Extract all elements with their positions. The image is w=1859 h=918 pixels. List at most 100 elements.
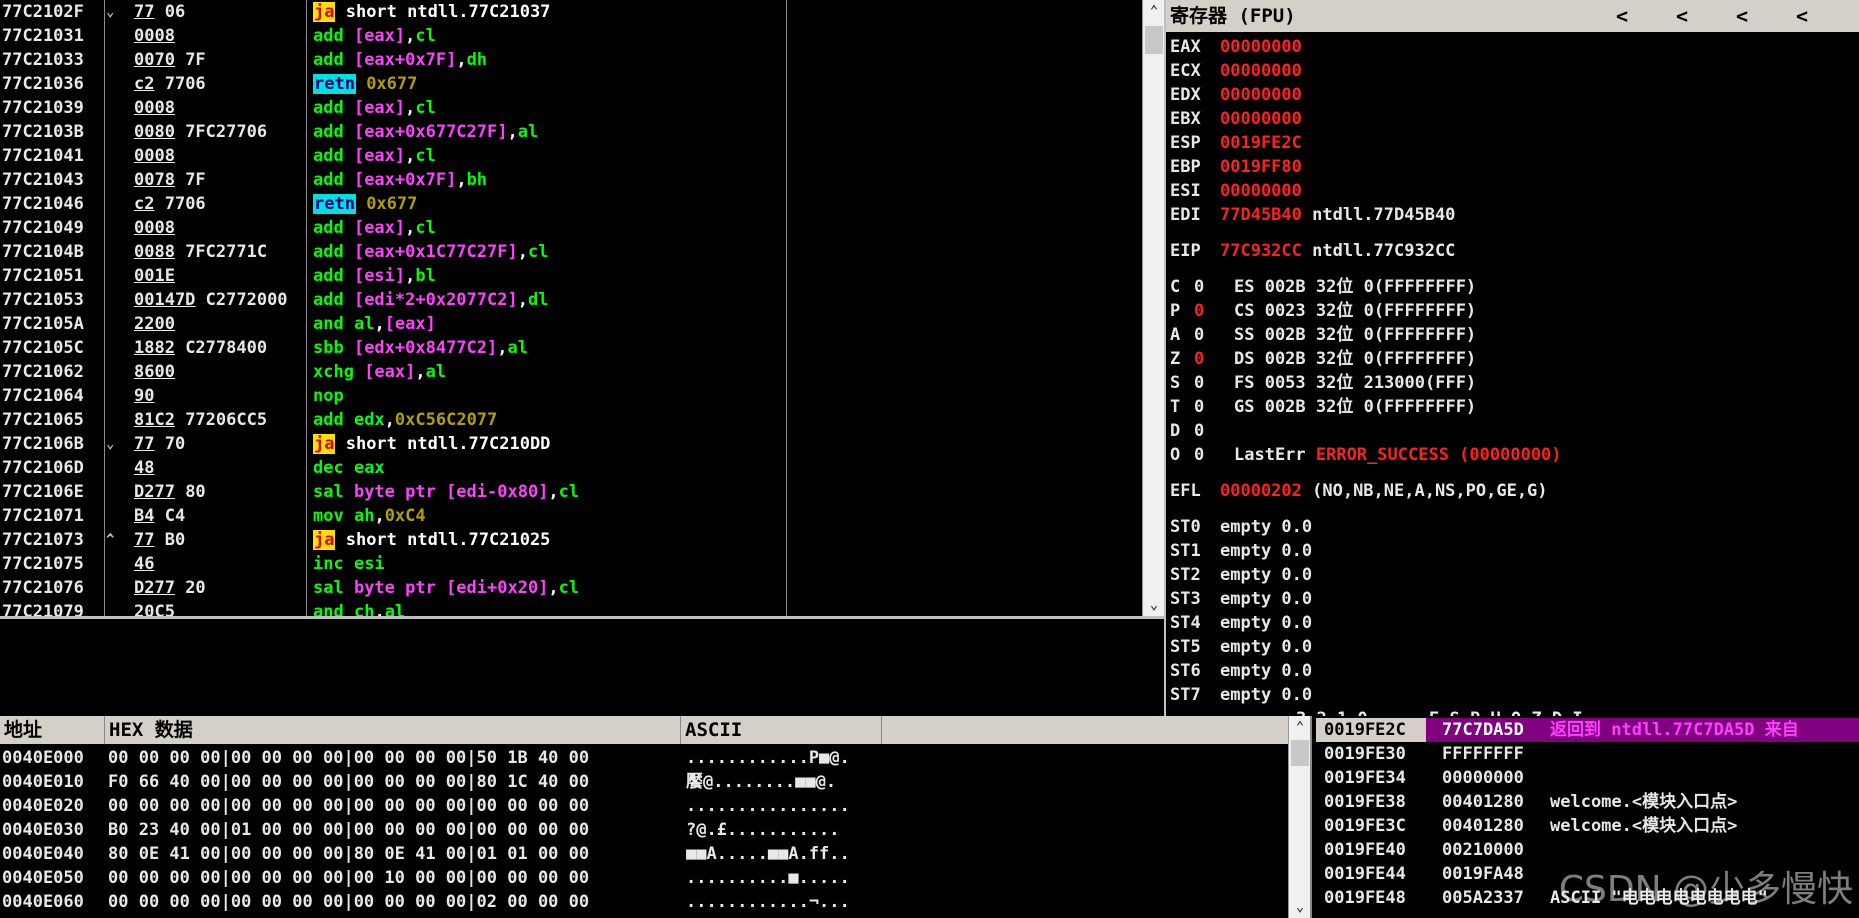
register-ebx[interactable]: EBX 00000000: [1170, 107, 1302, 131]
fpu-value[interactable]: empty 0.0: [1220, 541, 1312, 561]
memory-dump-pane[interactable]: 地址 HEX 数据 ASCII 0040E000 00 00 00 00|00 0…: [0, 716, 1310, 918]
disasm-row[interactable]: 77C21039 0008 add [eax],cl: [0, 96, 1142, 120]
fpu-value[interactable]: empty 0.0: [1220, 613, 1312, 633]
dump-header-address[interactable]: 地址: [0, 716, 105, 744]
disasm-row[interactable]: 77C21053 00147D C2772000 add [edi*2+0x2077…: [0, 288, 1142, 312]
disasm-row[interactable]: 77C21076 D277 20 sal byte ptr [edi+0x20],c…: [0, 576, 1142, 600]
fpu-st6[interactable]: ST6 empty 0.0: [1170, 659, 1312, 683]
register-esp[interactable]: ESP 0019FE2C: [1170, 131, 1302, 155]
disasm-row[interactable]: 77C21049 0008 add [eax],cl: [0, 216, 1142, 240]
pane-splitter[interactable]: [1310, 716, 1312, 918]
stack-row[interactable]: 0019FE3C 00401280 welcome.<模块入口点>: [1310, 814, 1859, 838]
flag-d[interactable]: D0: [1170, 419, 1234, 443]
disasm-row[interactable]: 77C21043 0078 7F add [eax+0x7F],bh: [0, 168, 1142, 192]
dump-row[interactable]: 0040E040 80 0E 41 00|00 00 00 00|80 0E 41…: [0, 842, 1288, 866]
scroll-up-icon[interactable]: ⌃: [1289, 716, 1311, 738]
disasm-row[interactable]: 77C2106B ⌄ 77 70 ja short ntdll.77C210DD: [0, 432, 1142, 456]
flag-t[interactable]: T 0 GS 002B 32位 0(FFFFFFFF): [1170, 395, 1476, 419]
dump-row[interactable]: 0040E060 00 00 00 00|00 00 00 00|00 00 00…: [0, 890, 1288, 914]
disasm-row[interactable]: 77C21062 8600 xchg [eax],al: [0, 360, 1142, 384]
fpu-st4[interactable]: ST4 empty 0.0: [1170, 611, 1312, 635]
disasm-row[interactable]: 77C21033 0070 7F add [eax+0x7F],dh: [0, 48, 1142, 72]
dump-scrollbar[interactable]: ⌃ ⌄: [1288, 716, 1311, 918]
flag-value[interactable]: 0: [1194, 275, 1234, 299]
disasm-row[interactable]: 77C21031 0008 add [eax],cl: [0, 24, 1142, 48]
dump-row[interactable]: 0040E030 B0 23 40 00|01 00 00 00|00 00 00…: [0, 818, 1288, 842]
register-value[interactable]: 00000000: [1220, 61, 1302, 81]
last-error[interactable]: O 0 LastErr ERROR_SUCCESS (00000000): [1170, 443, 1562, 467]
prev-arrow-icon[interactable]: <: [1676, 0, 1688, 32]
prev-arrow-icon[interactable]: <: [1736, 0, 1748, 32]
disasm-row[interactable]: 77C2102F ⌄ 77 06 ja short ntdll.77C21037: [0, 0, 1142, 24]
register-value[interactable]: 00000000: [1220, 181, 1302, 201]
fpu-value[interactable]: empty 0.0: [1220, 637, 1312, 657]
fpu-value[interactable]: empty 0.0: [1220, 685, 1312, 705]
register-value[interactable]: 77D45B40: [1220, 205, 1302, 225]
fpu-st3[interactable]: ST3 empty 0.0: [1170, 587, 1312, 611]
stack-row[interactable]: 0019FE34 00000000: [1310, 766, 1859, 790]
stack-row[interactable]: 0019FE30 FFFFFFFF: [1310, 742, 1859, 766]
register-value[interactable]: 00000000: [1220, 37, 1302, 57]
disassembly-scrollbar[interactable]: ⌃ ⌄: [1142, 0, 1165, 616]
dump-row[interactable]: 0040E050 00 00 00 00|00 00 00 00|00 10 00…: [0, 866, 1288, 890]
dump-row[interactable]: 0040E010 F0 66 40 00|00 00 00 00|00 00 00…: [0, 770, 1288, 794]
disasm-row[interactable]: 77C2104B 0088 7FC2771C add [eax+0x1C77C27F…: [0, 240, 1142, 264]
stack-row[interactable]: 0019FE2C 77C7DA5D 返回到 ntdll.77C7DA5D 来自: [1310, 718, 1859, 742]
flag-value[interactable]: 0: [1194, 371, 1234, 395]
fpu-status-header[interactable]: 3 2 1 0 E S P U O Z D I: [1296, 707, 1583, 716]
stack-row[interactable]: 0019FE40 00210000: [1310, 838, 1859, 862]
flag-value[interactable]: 0: [1194, 443, 1234, 467]
flag-value[interactable]: 0: [1194, 299, 1234, 323]
flag-c[interactable]: C 0 ES 002B 32位 0(FFFFFFFF): [1170, 275, 1476, 299]
dump-header-ascii[interactable]: ASCII: [681, 716, 882, 744]
disasm-row[interactable]: 77C2106E D277 80 sal byte ptr [edi-0x80],c…: [0, 480, 1142, 504]
scroll-down-icon[interactable]: ⌄: [1143, 594, 1165, 616]
scroll-thumb[interactable]: [1291, 740, 1309, 766]
register-value[interactable]: 0019FE2C: [1220, 133, 1302, 153]
disasm-row[interactable]: 77C21071 B4 C4 mov ah,0xC4: [0, 504, 1142, 528]
disasm-row[interactable]: 77C2105A 2200 and al,[eax]: [0, 312, 1142, 336]
disasm-row[interactable]: 77C21073 ^ 77 B0 ja short ntdll.77C21025: [0, 528, 1142, 552]
disasm-row[interactable]: 77C21065 81C2 77206CC5 add edx,0xC56C2077: [0, 408, 1142, 432]
disasm-row[interactable]: 77C2103B 0080 7FC27706 add [eax+0x677C27F]…: [0, 120, 1142, 144]
registers-pane[interactable]: 寄存器 (FPU) < < < < EAX 00000000 ECX 00000000…: [1166, 0, 1859, 716]
register-efl[interactable]: EFL 00000202 (NO,NB,NE,A,NS,PO,GE,G): [1170, 479, 1548, 503]
dump-row[interactable]: 0040E020 00 00 00 00|00 00 00 00|00 00 00…: [0, 794, 1288, 818]
disasm-row[interactable]: 77C21046 c2 7706 retn 0x677: [0, 192, 1142, 216]
prev-arrow-icon[interactable]: <: [1616, 0, 1628, 32]
fpu-st2[interactable]: ST2 empty 0.0: [1170, 563, 1312, 587]
disasm-row[interactable]: 77C2106D 48 dec eax: [0, 456, 1142, 480]
register-ecx[interactable]: ECX 00000000: [1170, 59, 1302, 83]
flag-value[interactable]: 0: [1194, 347, 1234, 371]
fpu-st0[interactable]: ST0 empty 0.0: [1170, 515, 1312, 539]
disasm-row[interactable]: 77C21036 c2 7706 retn 0x677: [0, 72, 1142, 96]
fpu-st5[interactable]: ST5 empty 0.0: [1170, 635, 1312, 659]
fpu-value[interactable]: empty 0.0: [1220, 565, 1312, 585]
flag-p[interactable]: P 0 CS 0023 32位 0(FFFFFFFF): [1170, 299, 1476, 323]
fpu-st1[interactable]: ST1 empty 0.0: [1170, 539, 1312, 563]
register-edx[interactable]: EDX 00000000: [1170, 83, 1302, 107]
dump-header-hex[interactable]: HEX 数据: [105, 716, 681, 744]
registers-header[interactable]: 寄存器 (FPU) < < < <: [1166, 0, 1859, 32]
prev-arrow-icon[interactable]: <: [1796, 0, 1808, 32]
fpu-st7[interactable]: ST7 empty 0.0: [1170, 683, 1312, 707]
fpu-value[interactable]: empty 0.0: [1220, 661, 1312, 681]
register-value[interactable]: 00000202: [1220, 481, 1302, 501]
dump-row[interactable]: 0040E000 00 00 00 00|00 00 00 00|00 00 00…: [0, 746, 1288, 770]
stack-row[interactable]: 0019FE38 00401280 welcome.<模块入口点>: [1310, 790, 1859, 814]
register-edi[interactable]: EDI 77D45B40 ntdll.77D45B40: [1170, 203, 1455, 227]
flag-value[interactable]: 0: [1194, 323, 1234, 347]
pane-splitter[interactable]: [0, 616, 1166, 619]
register-ebp[interactable]: EBP 0019FF80: [1170, 155, 1302, 179]
fpu-value[interactable]: empty 0.0: [1220, 517, 1312, 537]
register-value[interactable]: 77C932CC: [1220, 241, 1302, 261]
register-eax[interactable]: EAX 00000000: [1170, 35, 1302, 59]
fpu-value[interactable]: empty 0.0: [1220, 589, 1312, 609]
disasm-row[interactable]: 77C21064 90 nop: [0, 384, 1142, 408]
flag-a[interactable]: A 0 SS 002B 32位 0(FFFFFFFF): [1170, 323, 1476, 347]
disasm-row[interactable]: 77C21079 20C5 and ch,al: [0, 600, 1142, 616]
flag-s[interactable]: S 0 FS 0053 32位 213000(FFF): [1170, 371, 1476, 395]
register-value[interactable]: 00000000: [1220, 109, 1302, 129]
disasm-row[interactable]: 77C21051 001E add [esi],bl: [0, 264, 1142, 288]
register-eip[interactable]: EIP 77C932CC ntdll.77C932CC: [1170, 239, 1455, 263]
